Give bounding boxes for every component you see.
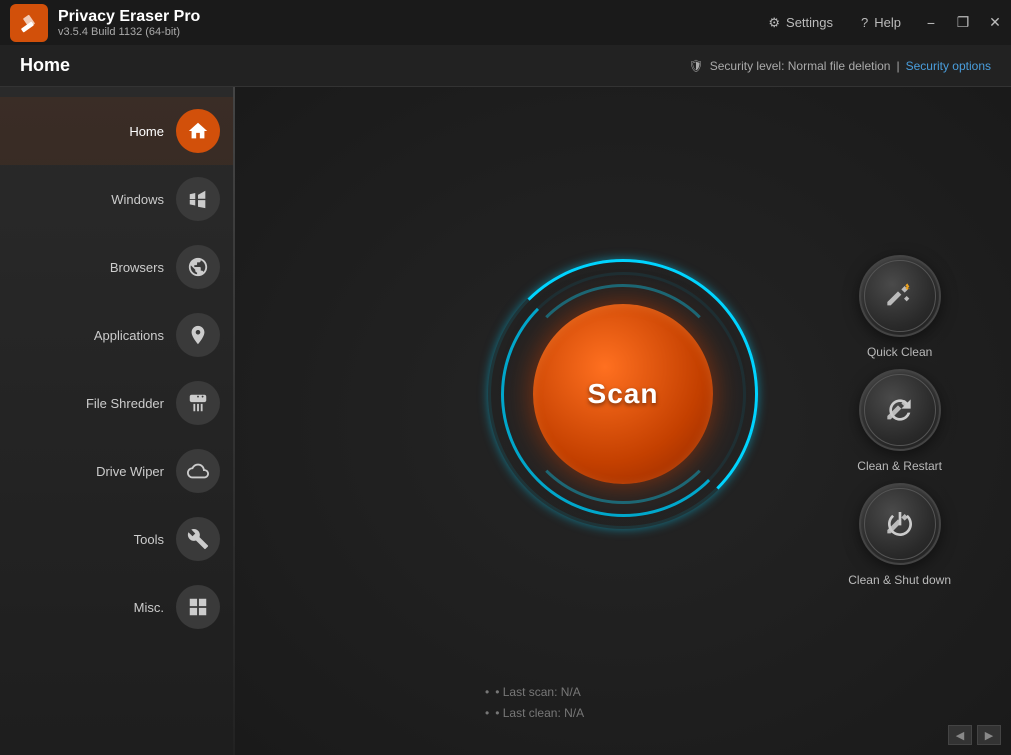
page-title: Home bbox=[20, 55, 689, 76]
sidebar-item-home[interactable]: Home bbox=[0, 97, 235, 165]
sidebar-item-browsers[interactable]: Browsers bbox=[0, 233, 235, 301]
sidebar-label-file-shredder: File Shredder bbox=[86, 396, 164, 411]
security-options-link[interactable]: Security options bbox=[906, 59, 991, 73]
home-icon-wrap bbox=[176, 109, 220, 153]
titlebar-right: ⚙ Settings ? Help − ❐ ✕ bbox=[754, 0, 1011, 45]
home-icon bbox=[187, 120, 209, 142]
applications-icon-wrap bbox=[176, 313, 220, 357]
clean-restart-icon bbox=[884, 394, 916, 426]
security-separator: | bbox=[896, 59, 899, 73]
clean-restart-group: Clean & Restart bbox=[857, 369, 942, 473]
quick-clean-icon bbox=[884, 280, 916, 312]
help-label: Help bbox=[874, 15, 901, 30]
nav-forward-button[interactable]: ▶ bbox=[977, 725, 1001, 745]
sidebar-label-browsers: Browsers bbox=[110, 260, 164, 275]
quick-clean-group: Quick Clean bbox=[859, 255, 941, 359]
scan-button[interactable]: Scan bbox=[533, 304, 713, 484]
windows-icon bbox=[187, 188, 209, 210]
sidebar-item-drive-wiper[interactable]: Drive Wiper bbox=[0, 437, 235, 505]
sidebar-label-home: Home bbox=[129, 124, 164, 139]
settings-label: Settings bbox=[786, 15, 833, 30]
scan-area: Scan bbox=[488, 259, 758, 529]
security-text: Security level: Normal file deletion bbox=[710, 59, 891, 73]
bottom-nav: ◀ ▶ bbox=[948, 725, 1001, 745]
tools-icon-wrap bbox=[176, 517, 220, 561]
last-clean-status: • Last clean: N/A bbox=[485, 703, 584, 725]
app-name: Privacy Eraser Pro bbox=[58, 8, 200, 26]
windows-icon-wrap bbox=[176, 177, 220, 221]
scan-button-label: Scan bbox=[588, 378, 659, 410]
last-scan-label: • Last scan: N/A bbox=[495, 685, 581, 699]
clean-restart-label: Clean & Restart bbox=[857, 459, 942, 473]
security-info: 🛡 Security level: Normal file deletion |… bbox=[689, 59, 992, 73]
clean-restart-button[interactable] bbox=[859, 369, 941, 451]
file-shredder-icon-wrap bbox=[176, 381, 220, 425]
help-icon: ? bbox=[861, 15, 868, 30]
close-button[interactable]: ✕ bbox=[979, 0, 1011, 45]
shield-icon: 🛡 bbox=[689, 59, 704, 73]
clean-shutdown-button[interactable] bbox=[859, 483, 941, 565]
misc-icon-wrap bbox=[176, 585, 220, 629]
quick-clean-button[interactable] bbox=[859, 255, 941, 337]
app-title-block: Privacy Eraser Pro v3.5.4 Build 1132 (64… bbox=[58, 8, 200, 38]
drive-icon bbox=[187, 460, 209, 482]
app-logo bbox=[10, 4, 48, 42]
browsers-icon-wrap bbox=[176, 245, 220, 289]
minimize-button[interactable]: − bbox=[915, 0, 947, 45]
restore-button[interactable]: ❐ bbox=[947, 0, 979, 45]
clean-shutdown-icon bbox=[884, 508, 916, 540]
titlebar: Privacy Eraser Pro v3.5.4 Build 1132 (64… bbox=[0, 0, 1011, 45]
app-icon bbox=[187, 324, 209, 346]
nav-back-button[interactable]: ◀ bbox=[948, 725, 972, 745]
sidebar-label-drive-wiper: Drive Wiper bbox=[96, 464, 164, 479]
app-version: v3.5.4 Build 1132 (64-bit) bbox=[58, 26, 200, 38]
scan-ring: Scan bbox=[488, 259, 758, 529]
clean-shutdown-label: Clean & Shut down bbox=[848, 573, 951, 587]
clean-shutdown-group: Clean & Shut down bbox=[848, 483, 951, 587]
quick-clean-label: Quick Clean bbox=[867, 345, 932, 359]
sidebar: Home Windows Browsers Applications bbox=[0, 87, 235, 755]
drive-wiper-icon-wrap bbox=[176, 449, 220, 493]
content-area: Scan Quick Clean bbox=[235, 87, 1011, 755]
settings-button[interactable]: ⚙ Settings bbox=[754, 0, 847, 45]
help-button[interactable]: ? Help bbox=[847, 0, 915, 45]
sidebar-item-misc[interactable]: Misc. bbox=[0, 573, 235, 641]
sidebar-label-tools: Tools bbox=[134, 532, 164, 547]
shredder-icon bbox=[187, 392, 209, 414]
sidebar-label-misc: Misc. bbox=[134, 600, 164, 615]
last-clean-label: • Last clean: N/A bbox=[495, 706, 584, 720]
main-layout: Home Windows Browsers Applications bbox=[0, 87, 1011, 755]
status-bar: • Last scan: N/A • Last clean: N/A bbox=[485, 682, 584, 725]
last-scan-status: • Last scan: N/A bbox=[485, 682, 584, 704]
tools-icon bbox=[187, 528, 209, 550]
sidebar-item-tools[interactable]: Tools bbox=[0, 505, 235, 573]
sidebar-item-file-shredder[interactable]: File Shredder bbox=[0, 369, 235, 437]
sidebar-label-windows: Windows bbox=[111, 192, 164, 207]
misc-icon bbox=[187, 596, 209, 618]
right-actions: Quick Clean Clean & Restart bbox=[848, 255, 951, 587]
gear-icon: ⚙ bbox=[768, 15, 780, 31]
sidebar-label-applications: Applications bbox=[94, 328, 164, 343]
headerbar: Home 🛡 Security level: Normal file delet… bbox=[0, 45, 1011, 87]
sidebar-item-windows[interactable]: Windows bbox=[0, 165, 235, 233]
globe-icon bbox=[187, 256, 209, 278]
sidebar-item-applications[interactable]: Applications bbox=[0, 301, 235, 369]
